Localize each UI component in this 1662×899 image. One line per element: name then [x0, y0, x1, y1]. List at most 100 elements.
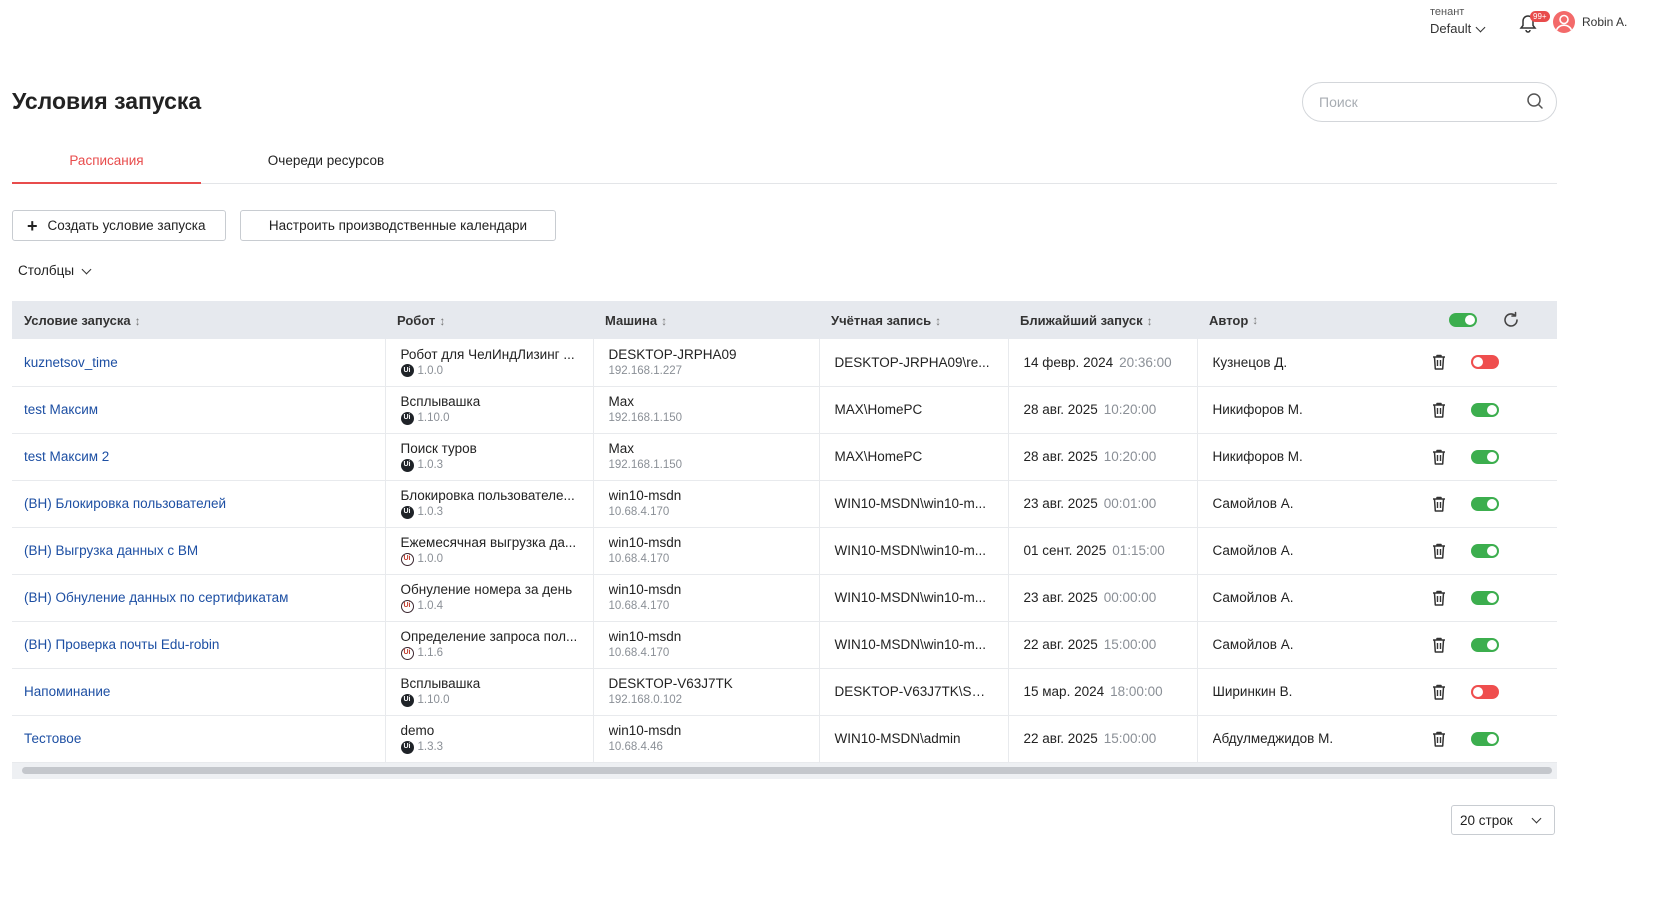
columns-dropdown[interactable]: Столбцы	[18, 263, 92, 278]
table-row[interactable]: (ВН) Обнуление данных по сертификатам Обн…	[12, 574, 1557, 621]
next-run-date: 15 мар. 2024	[1023, 684, 1105, 699]
trigger-name-link[interactable]: (ВН) Блокировка пользователей	[24, 496, 226, 511]
tab-resource-queues[interactable]: Очереди ресурсов	[226, 140, 426, 184]
trigger-name-link[interactable]: Напоминание	[24, 684, 110, 699]
enable-switch[interactable]	[1470, 449, 1499, 464]
trigger-name-link[interactable]: (ВН) Обнуление данных по сертификатам	[24, 590, 288, 605]
robot-name: Обнуление номера за день	[400, 582, 573, 597]
configure-calendars-button[interactable]: Настроить производственные календари	[240, 210, 556, 241]
robot-version: 1.1.6	[417, 647, 444, 659]
author-name: Никифоров М.	[1212, 402, 1303, 417]
next-run-time: 00:01:00	[1103, 496, 1157, 511]
table-row[interactable]: test Максим Всплывашка Ui 1.10.0 Max 192.168.…	[12, 386, 1557, 433]
author-cell: Самойлов А.	[1197, 480, 1557, 527]
column-header-robot[interactable]: Робот ↕	[385, 301, 593, 339]
trash-icon[interactable]	[1431, 730, 1447, 748]
column-header-machine[interactable]: Машина ↕	[593, 301, 819, 339]
trigger-name-link[interactable]: kuznetsov_time	[24, 355, 118, 370]
next-run-date: 01 сент. 2025	[1023, 543, 1107, 558]
machine-cell: win10-msdn 10.68.4.170	[593, 621, 820, 668]
trigger-name-link[interactable]: test Максим	[24, 402, 98, 417]
ui-robot-icon: Ui	[400, 740, 414, 754]
table-row[interactable]: Напоминание Всплывашка Ui 1.10.0 DESKTOP-V63…	[12, 668, 1557, 715]
table-row[interactable]: kuznetsov_time Робот для ЧелИндЛизинг ...…	[12, 339, 1557, 386]
author-name: Ширинкин В.	[1212, 684, 1293, 699]
robot-cell: Ежемесячная выгрузка да... Ui 1.0.0	[385, 527, 594, 574]
robot-cell: Определение запроса пол... Ui 1.1.6	[385, 621, 594, 668]
search-icon[interactable]	[1526, 92, 1544, 113]
enable-switch[interactable]	[1470, 637, 1499, 652]
trigger-name-link[interactable]: (ВН) Проверка почты Edu-robin	[24, 637, 219, 652]
machine-name: DESKTOP-JRPHA09	[608, 346, 737, 362]
avatar[interactable]	[1553, 11, 1575, 33]
table-row[interactable]: (ВН) Выгрузка данных с ВМ Ежемесячная выг…	[12, 527, 1557, 574]
robot-version: 1.0.0	[417, 364, 444, 377]
robot-name: Ежемесячная выгрузка да...	[400, 535, 577, 550]
robot-name: Робот для ЧелИндЛизинг ...	[400, 346, 575, 362]
ui-robot-icon: Ui	[400, 552, 414, 566]
column-header-next-run[interactable]: Ближайший запуск ↕	[1008, 301, 1197, 339]
trash-icon[interactable]	[1431, 495, 1447, 513]
trigger-name-link[interactable]: Тестовое	[24, 731, 81, 746]
tabs: Расписания Очереди ресурсов	[12, 140, 1557, 184]
ui-robot-icon: Ui	[400, 505, 414, 519]
chevron-down-icon	[1475, 22, 1486, 32]
column-header-author[interactable]: Автор ↕	[1197, 301, 1557, 339]
enable-switch[interactable]	[1470, 590, 1499, 605]
account-cell: MAX\HomePC	[819, 433, 1009, 480]
trash-icon[interactable]	[1431, 542, 1447, 560]
table-row[interactable]: (ВН) Блокировка пользователей Блокировка …	[12, 480, 1557, 527]
trigger-name-link[interactable]: test Максим 2	[24, 449, 109, 464]
trigger-name-link[interactable]: (ВН) Выгрузка данных с ВМ	[24, 543, 198, 558]
columns-label: Столбцы	[18, 263, 75, 278]
table-row[interactable]: Тестовое demo Ui 1.3.3 win10-msdn 10.68.4.46 W…	[12, 715, 1557, 762]
author-name: Абдулмеджидов М.	[1212, 731, 1334, 746]
tenant-selector[interactable]: тенант Default	[1430, 6, 1486, 36]
machine-name: Max	[608, 441, 635, 456]
rows-per-page-value: 20 строк	[1460, 812, 1513, 828]
enable-switch[interactable]	[1470, 731, 1499, 746]
search-input[interactable]	[1319, 94, 1526, 110]
enable-switch[interactable]	[1470, 355, 1499, 370]
machine-name: Max	[608, 394, 635, 409]
ui-robot-icon: Ui	[400, 411, 414, 425]
tab-schedules[interactable]: Расписания	[12, 140, 201, 184]
enable-switch[interactable]	[1470, 402, 1499, 417]
horizontal-scrollbar[interactable]	[22, 767, 1552, 774]
table-row[interactable]: (ВН) Проверка почты Edu-robin Определение…	[12, 621, 1557, 668]
enable-switch[interactable]	[1470, 496, 1499, 511]
robot-version: 1.3.3	[417, 741, 444, 753]
machine-ip: 10.68.4.170	[608, 553, 670, 565]
ui-robot-icon: Ui	[400, 693, 414, 707]
toggle-all-switch[interactable]	[1449, 313, 1477, 327]
enable-switch[interactable]	[1470, 543, 1499, 558]
trash-icon[interactable]	[1431, 353, 1447, 371]
refresh-icon[interactable]	[1501, 310, 1521, 330]
search-box[interactable]	[1302, 82, 1557, 122]
robot-cell: Всплывашка Ui 1.10.0	[385, 668, 594, 715]
trash-icon[interactable]	[1431, 589, 1447, 607]
next-run-time: 01:15:00	[1112, 543, 1165, 558]
chevron-down-icon	[1531, 813, 1542, 824]
sort-icon: ↕	[1252, 313, 1259, 327]
create-trigger-button[interactable]: + Создать условие запуска	[12, 210, 226, 241]
column-header-trigger[interactable]: Условие запуска ↕	[12, 301, 385, 339]
rows-per-page-select[interactable]: 20 строк	[1451, 805, 1555, 835]
table-row[interactable]: test Максим 2 Поиск туров Ui 1.0.3 Max 192.16…	[12, 433, 1557, 480]
sort-icon: ↕	[134, 313, 141, 328]
author-name: Самойлов А.	[1212, 637, 1294, 652]
trash-icon[interactable]	[1431, 683, 1447, 701]
next-run-cell: 22 авг. 2025 15:00:00	[1008, 621, 1198, 668]
tenant-dropdown[interactable]: Default	[1430, 21, 1486, 36]
user-name[interactable]: Robin A.	[1582, 15, 1627, 29]
column-header-account[interactable]: Учётная запись ↕	[819, 301, 1008, 339]
next-run-time: 18:00:00	[1110, 684, 1163, 699]
machine-ip: 10.68.4.170	[608, 600, 670, 612]
trigger-name-cell: test Максим 2	[12, 433, 386, 480]
trash-icon[interactable]	[1431, 448, 1447, 466]
trash-icon[interactable]	[1431, 636, 1447, 654]
trash-icon[interactable]	[1431, 401, 1447, 419]
sort-icon: ↕	[1146, 313, 1153, 328]
author-name: Никифоров М.	[1212, 449, 1303, 464]
enable-switch[interactable]	[1470, 684, 1499, 699]
